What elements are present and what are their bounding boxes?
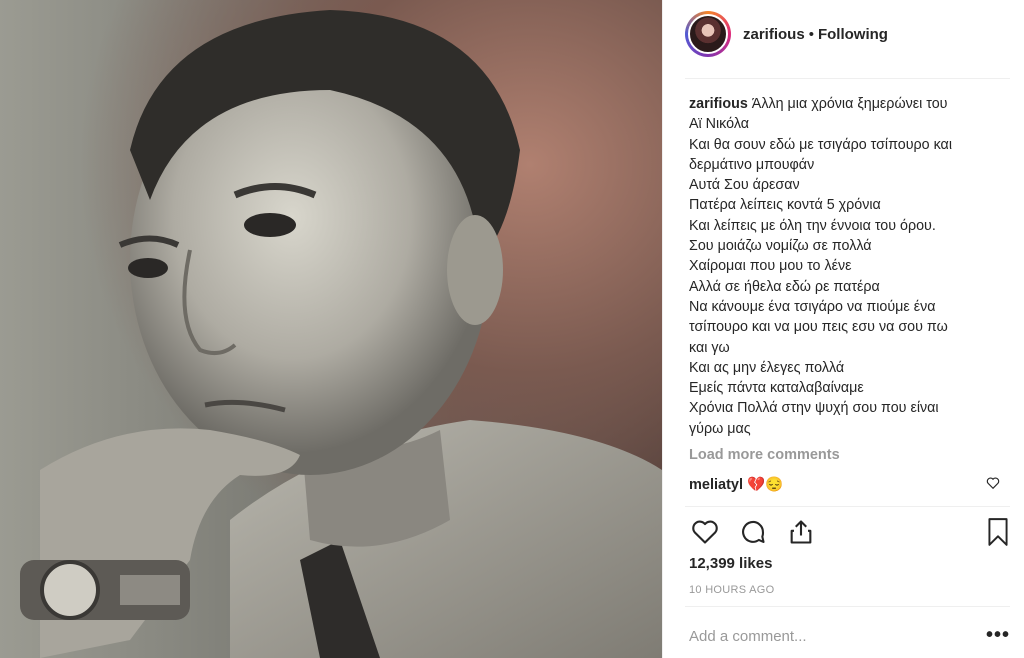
caption-line: και γω (689, 339, 730, 356)
action-bar (689, 516, 817, 548)
share-icon[interactable] (785, 516, 817, 548)
following-button[interactable]: Following (818, 26, 888, 43)
add-comment-input[interactable]: Add a comment... (689, 628, 807, 645)
caption-line: Αυτά Σου άρεσαν (689, 177, 800, 194)
caption-line: Πατέρα λείπεις κοντά 5 χρόνια (689, 197, 881, 214)
caption-line: γύρω μας (689, 420, 751, 437)
comment-author[interactable]: meliatyl (689, 477, 743, 493)
caption-line: Και ας μην έλεγες πολλά (689, 359, 845, 376)
caption-line: Εμείς πάντα καταλαβαίναμε (689, 380, 864, 397)
caption-line: Χαίρομαι που μου το λένε (689, 258, 852, 275)
caption-line: Άλλη μια χρόνια ξημερώνει του (751, 96, 948, 112)
post-sidebar: zarifious • Following zarifious Άλλη μια… (662, 0, 1024, 658)
post-photo[interactable] (0, 0, 662, 658)
caption-line: δερμάτινο μπουφάν (689, 156, 815, 173)
header-username[interactable]: zarifious (743, 26, 805, 43)
caption-line: Να κάνουμε ένα τσιγάρο να πιούμε ένα (689, 298, 936, 315)
caption-line: Σου μοιάζω νομίζω σε πολλά (689, 238, 872, 255)
post-timestamp[interactable]: 10 HOURS AGO (689, 584, 775, 596)
comment-bubble-icon[interactable] (737, 516, 769, 548)
comment-item: meliatyl 💔😔 (689, 476, 783, 493)
caption-line: Αλλά σε ήθελα εδώ ρε πατέρα (689, 278, 880, 295)
comment-text: 💔😔 (747, 477, 784, 493)
divider (685, 78, 1010, 79)
more-options-icon[interactable]: ••• (986, 624, 1010, 647)
caption-author[interactable]: zarifious (689, 96, 748, 112)
heart-icon[interactable] (689, 516, 721, 548)
portrait-image (20, 10, 662, 658)
header-separator: • (808, 25, 814, 43)
caption: zarifious Άλλη μια χρόνια ξημερώνει του … (689, 94, 1005, 439)
likes-count[interactable]: 12,399 likes (689, 555, 772, 572)
bookmark-icon[interactable] (982, 516, 1014, 548)
divider (685, 606, 1010, 607)
load-more-comments-button[interactable]: Load more comments (689, 447, 840, 463)
caption-line: Χρόνια Πολλά στην ψυχή σου που είναι (689, 400, 939, 417)
small-heart-icon[interactable] (986, 476, 1000, 495)
caption-line: τσίπουρο και να μου πεις εσυ να σου πω (689, 319, 948, 336)
caption-line: Και λείπεις με όλη την έννοια του όρου. (689, 217, 936, 234)
caption-line: Αϊ Νικόλα (689, 116, 750, 133)
post-header: zarifious • Following (685, 10, 888, 58)
avatar[interactable] (685, 11, 731, 57)
divider (685, 506, 1010, 507)
caption-line: Και θα σουν εδώ με τσιγάρο τσίπουρο και (689, 136, 952, 153)
